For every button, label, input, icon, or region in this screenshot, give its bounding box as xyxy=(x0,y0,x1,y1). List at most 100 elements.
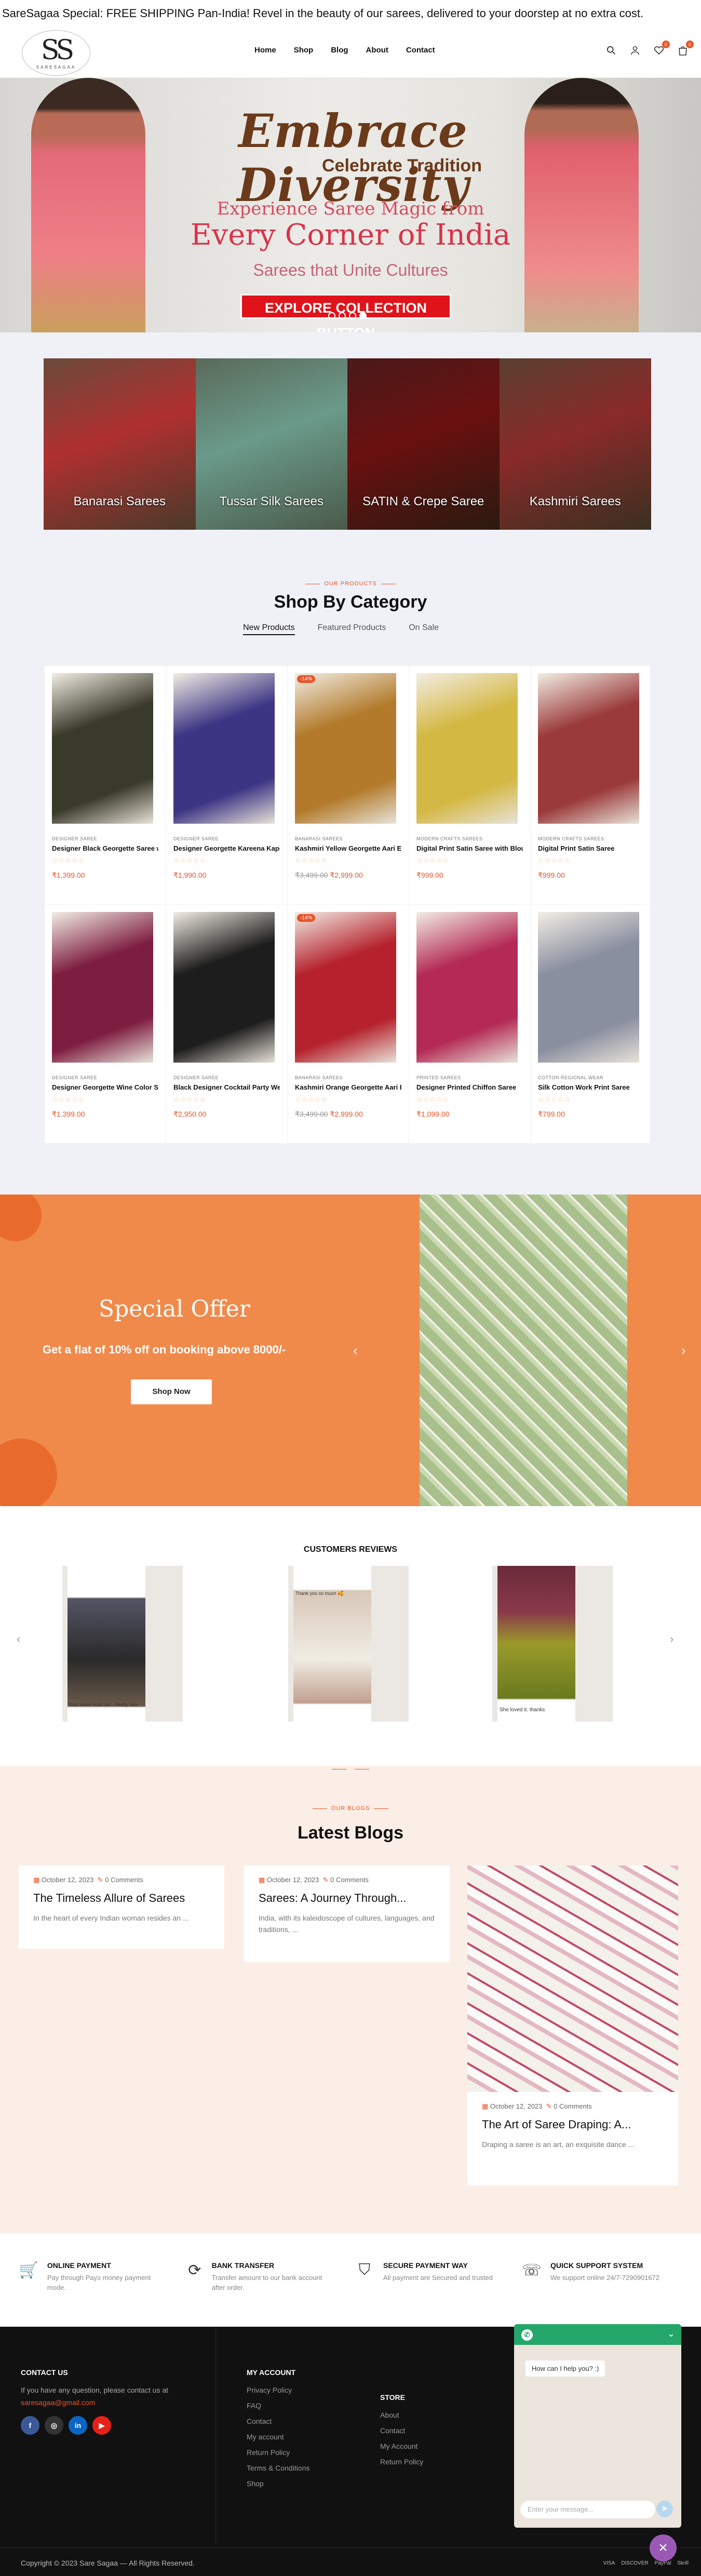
product-card[interactable]: MODERN CRAFTS SAREES Digital Print Satin … xyxy=(409,666,531,905)
footer-link[interactable]: Privacy Policy xyxy=(247,2386,309,2394)
product-name[interactable]: Silk Cotton Work Print Saree xyxy=(538,1083,644,1091)
blog-card[interactable]: ▦ October 12, 2023 ✎ 0 Comments Sarees: … xyxy=(244,1866,450,1962)
chevron-left-icon[interactable]: ‹ xyxy=(17,1632,20,1646)
chevron-left-icon[interactable]: ‹ xyxy=(353,1343,358,1359)
product-card[interactable]: DESIGNER SAREE Designer Georgette Kareena… xyxy=(166,666,288,905)
slider-dot-active[interactable] xyxy=(359,312,367,319)
product-name[interactable]: Designer Georgette Kareena Kapoor xyxy=(173,844,280,852)
product-card[interactable]: DESIGNER SAREE Designer Georgette Wine Co… xyxy=(45,905,166,1144)
search-icon[interactable] xyxy=(604,44,618,57)
blog-image[interactable] xyxy=(467,1866,678,2092)
logo-subtext: SARESAGAA xyxy=(36,64,76,70)
blog-comments[interactable]: 0 Comments xyxy=(105,1876,143,1884)
chat-toggle-button[interactable]: × xyxy=(650,2534,677,2561)
product-card[interactable]: DESIGNER SAREE Black Designer Cocktail Pa… xyxy=(166,905,288,1144)
nav-shop[interactable]: Shop xyxy=(294,46,314,55)
footer-link[interactable]: My Account xyxy=(380,2442,423,2450)
product-image[interactable] xyxy=(538,912,639,1063)
cart-icon[interactable]: 0 xyxy=(676,41,694,57)
tab-on-sale[interactable]: On Sale xyxy=(409,623,439,635)
blog-comments[interactable]: 0 Comments xyxy=(554,2102,592,2110)
product-card[interactable]: MODERN CRAFTS SAREES Digital Print Satin … xyxy=(531,666,652,905)
product-image[interactable] xyxy=(416,673,518,824)
product-category[interactable]: MODERN CRAFTS SAREES xyxy=(538,836,644,841)
product-image[interactable] xyxy=(416,912,518,1063)
chat-input[interactable]: Enter your message... xyxy=(520,2501,655,2518)
product-image[interactable]: -14% xyxy=(295,673,396,824)
product-name[interactable]: Kashmiri Orange Georgette Aari Em xyxy=(295,1083,401,1091)
product-image[interactable] xyxy=(173,912,275,1063)
product-tabs: New Products Featured Products On Sale xyxy=(243,623,439,635)
product-name[interactable]: Designer Georgette Wine Color Sare xyxy=(52,1083,158,1091)
product-card[interactable]: PRINTED SAREES Designer Printed Chiffon S… xyxy=(409,905,531,1144)
footer-email[interactable]: saresagaa@gmail.com xyxy=(21,2398,208,2407)
footer-link[interactable]: Return Policy xyxy=(247,2448,309,2457)
product-name[interactable]: Black Designer Cocktail Party Wear xyxy=(173,1083,280,1091)
nav-contact[interactable]: Contact xyxy=(406,46,435,55)
instagram-icon[interactable]: ◎ xyxy=(45,2416,63,2435)
footer-link[interactable]: Terms & Conditions xyxy=(247,2464,309,2472)
product-image[interactable] xyxy=(173,673,275,824)
product-name[interactable]: Digital Print Satin Saree with Blous xyxy=(416,844,523,852)
nav-blog[interactable]: Blog xyxy=(331,46,348,55)
send-icon[interactable]: ➤ xyxy=(656,2501,673,2517)
blog-title[interactable]: The Art of Saree Draping: A... xyxy=(482,2118,664,2131)
product-name[interactable]: Designer Black Georgette Saree with xyxy=(52,844,158,852)
product-image[interactable] xyxy=(52,673,153,824)
product-image[interactable] xyxy=(538,673,639,824)
blog-card[interactable]: ▦ October 12, 2023 ✎ 0 Comments The Time… xyxy=(19,1866,224,1949)
chevron-right-icon[interactable]: › xyxy=(681,1343,686,1359)
footer-link[interactable]: About xyxy=(380,2411,423,2419)
footer-link[interactable]: My account xyxy=(247,2433,309,2441)
tab-new-products[interactable]: New Products xyxy=(243,623,295,635)
product-price: ₹799.00 xyxy=(538,1110,644,1119)
chevron-right-icon[interactable]: › xyxy=(670,1632,673,1646)
footer-link[interactable]: Contact xyxy=(247,2417,309,2425)
product-card[interactable]: -14% BANARASI SAREES Kashmiri Yellow Georg… xyxy=(288,666,409,905)
category-banarasi[interactable]: Banarasi Sarees xyxy=(44,358,196,530)
slider-dot[interactable] xyxy=(328,312,335,319)
facebook-icon[interactable]: f xyxy=(21,2416,39,2435)
product-name[interactable]: Designer Printed Chiffon Saree xyxy=(416,1083,523,1091)
slider-dot[interactable] xyxy=(339,312,346,319)
tab-featured-products[interactable]: Featured Products xyxy=(318,623,386,635)
heart-icon[interactable]: 0 xyxy=(652,41,670,57)
footer-link[interactable]: Return Policy xyxy=(380,2458,423,2466)
product-image[interactable]: -14% xyxy=(295,912,396,1063)
slider-dot[interactable] xyxy=(349,312,356,319)
product-category[interactable]: DESIGNER SAREE xyxy=(52,836,158,841)
shop-now-button[interactable]: Shop Now xyxy=(131,1379,212,1404)
product-category[interactable]: DESIGNER SAREE xyxy=(52,1075,158,1080)
footer-link[interactable]: FAQ xyxy=(247,2401,309,2410)
product-card[interactable]: COTTON REGIONAL WEAR Silk Cotton Work Pri… xyxy=(531,905,652,1144)
user-icon[interactable] xyxy=(628,44,642,57)
product-category[interactable]: MODERN CRAFTS SAREES xyxy=(416,836,523,841)
category-kashmiri[interactable]: Kashmiri Sarees xyxy=(499,358,651,530)
category-tussar[interactable]: Tussar Silk Sarees xyxy=(195,358,347,530)
linkedin-icon[interactable]: in xyxy=(69,2416,87,2435)
category-satin[interactable]: SATIN & Crepe Saree xyxy=(347,358,500,530)
site-logo[interactable]: SS SARESAGAA xyxy=(22,30,90,76)
product-category[interactable]: BANARASI SAREES xyxy=(295,836,401,841)
product-name[interactable]: Kashmiri Yellow Georgette Aari Em xyxy=(295,844,401,852)
product-category[interactable]: COTTON REGIONAL WEAR xyxy=(538,1075,644,1080)
product-card[interactable]: -14% BANARASI SAREES Kashmiri Orange Georg… xyxy=(288,905,409,1144)
product-image[interactable] xyxy=(52,912,153,1063)
youtube-icon[interactable]: ▶ xyxy=(92,2416,111,2435)
footer-link[interactable]: Shop xyxy=(247,2479,309,2488)
product-category[interactable]: PRINTED SAREES xyxy=(416,1075,523,1080)
hero-banner: Embrace Diversity Celebrate Tradition Ex… xyxy=(0,78,701,332)
product-category[interactable]: DESIGNER SAREE xyxy=(173,836,280,841)
product-card[interactable]: DESIGNER SAREE Designer Black Georgette S… xyxy=(45,666,166,905)
product-category[interactable]: DESIGNER SAREE xyxy=(173,1075,280,1080)
blog-title[interactable]: Sarees: A Journey Through... xyxy=(259,1891,435,1905)
blog-title[interactable]: The Timeless Allure of Sarees xyxy=(33,1891,210,1905)
product-category[interactable]: BANARASI SAREES xyxy=(295,1075,401,1080)
blog-comments[interactable]: 0 Comments xyxy=(330,1876,369,1884)
close-icon[interactable]: ⌄ xyxy=(667,2328,675,2339)
footer-link[interactable]: Contact xyxy=(380,2426,423,2435)
nav-about[interactable]: About xyxy=(366,46,388,55)
product-name[interactable]: Digital Print Satin Saree xyxy=(538,844,644,852)
blog-card[interactable]: ▦ October 12, 2023 ✎ 0 Comments The Art … xyxy=(467,2092,678,2185)
nav-home[interactable]: Home xyxy=(254,46,276,55)
